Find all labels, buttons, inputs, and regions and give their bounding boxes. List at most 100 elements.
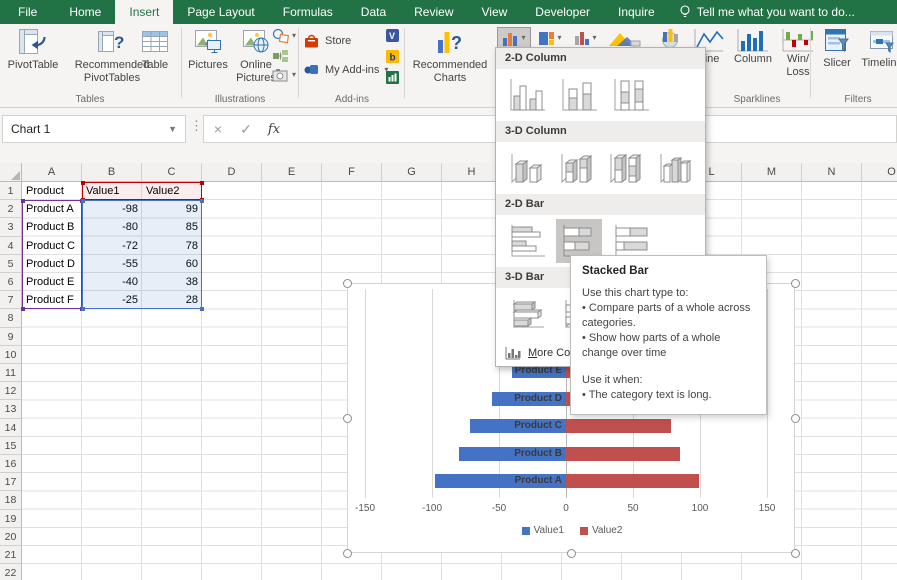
visio-addin-button[interactable]: V xyxy=(386,29,399,42)
map-3d-button[interactable] xyxy=(648,27,692,49)
shapes-button[interactable]: ▾ xyxy=(272,28,296,44)
insert-column-or-bar-chart-button[interactable]: ▾ xyxy=(497,27,531,49)
sparkline-column-button[interactable]: Column xyxy=(730,27,776,66)
row-header-4[interactable]: 4 xyxy=(0,237,22,255)
tab-insert[interactable]: Insert xyxy=(115,0,173,24)
row-header-2[interactable]: 2 xyxy=(0,200,22,218)
tab-developer[interactable]: Developer xyxy=(521,0,604,24)
chart-selection-handle[interactable] xyxy=(343,279,352,288)
cell-B5[interactable]: -55 xyxy=(82,255,142,273)
chart-type-clustered-column[interactable] xyxy=(504,73,550,117)
row-header-11[interactable]: 11 xyxy=(0,364,22,382)
row-header-18[interactable]: 18 xyxy=(0,491,22,509)
column-header-B[interactable]: B xyxy=(82,163,142,182)
row-header-1[interactable]: 1 xyxy=(0,182,22,200)
pivottable-button[interactable]: PivotTable xyxy=(2,27,64,72)
formula-bar-drag-handle[interactable]: ⋮ xyxy=(190,118,203,134)
pictures-button[interactable]: Pictures xyxy=(184,27,232,72)
row-header-15[interactable]: 15 xyxy=(0,437,22,455)
slicer-button[interactable]: Slicer xyxy=(816,27,858,70)
insert-function-button[interactable]: fx xyxy=(260,122,288,137)
cell-A2[interactable]: Product A xyxy=(22,200,82,218)
chart-selection-handle[interactable] xyxy=(791,549,800,558)
tab-page-layout[interactable]: Page Layout xyxy=(173,0,268,24)
bar-value2-product-a[interactable] xyxy=(566,474,699,488)
bar-value2-product-c[interactable] xyxy=(566,419,671,433)
cancel-button[interactable]: × xyxy=(204,121,232,137)
row-header-7[interactable]: 7 xyxy=(0,291,22,309)
cell-B6[interactable]: -40 xyxy=(82,273,142,291)
column-header-D[interactable]: D xyxy=(202,163,262,182)
column-header-E[interactable]: E xyxy=(262,163,322,182)
cell-A4[interactable]: Product C xyxy=(22,237,82,255)
tab-inquire[interactable]: Inquire xyxy=(604,0,669,24)
cell-C6[interactable]: 38 xyxy=(142,273,202,291)
cell-C1[interactable]: Value2 xyxy=(142,182,202,200)
row-header-21[interactable]: 21 xyxy=(0,546,22,564)
my-addins-button[interactable]: My Add-ins ▾ xyxy=(303,62,388,77)
chart-type-clustered-bar[interactable] xyxy=(504,219,550,263)
tab-data[interactable]: Data xyxy=(347,0,400,24)
cell-A5[interactable]: Product D xyxy=(22,255,82,273)
tell-me-box[interactable]: Tell me what you want to do... xyxy=(669,0,865,24)
bing-maps-addin-button[interactable]: b xyxy=(386,50,399,63)
timeline-button[interactable]: Timeline xyxy=(858,27,897,70)
row-header-3[interactable]: 3 xyxy=(0,218,22,236)
select-all-button[interactable] xyxy=(0,163,22,182)
column-header-C[interactable]: C xyxy=(142,163,202,182)
cell-A1[interactable]: Product xyxy=(22,182,82,200)
cell-B4[interactable]: -72 xyxy=(82,237,142,255)
chart-selection-handle[interactable] xyxy=(343,414,352,423)
tab-home[interactable]: Home xyxy=(55,0,115,24)
row-header-8[interactable]: 8 xyxy=(0,309,22,327)
column-header-H[interactable]: H xyxy=(442,163,502,182)
row-header-14[interactable]: 14 xyxy=(0,419,22,437)
cell-A3[interactable]: Product B xyxy=(22,218,82,236)
cell-A7[interactable]: Product F xyxy=(22,291,82,309)
chart-type-3d-clustered-column[interactable] xyxy=(504,146,548,190)
row-header-17[interactable]: 17 xyxy=(0,473,22,491)
column-header-N[interactable]: N xyxy=(802,163,862,182)
enter-button[interactable]: ✓ xyxy=(232,121,260,138)
row-header-20[interactable]: 20 xyxy=(0,528,22,546)
sparkline-winloss-button[interactable]: Win/ Loss xyxy=(776,27,820,79)
row-header-5[interactable]: 5 xyxy=(0,255,22,273)
name-box-caret-icon[interactable]: ▼ xyxy=(160,124,185,134)
name-box[interactable]: Chart 1 ▼ xyxy=(2,115,186,143)
chart-selection-handle[interactable] xyxy=(567,549,576,558)
chart-type-3d-column[interactable] xyxy=(653,146,697,190)
tab-view[interactable]: View xyxy=(468,0,522,24)
column-header-G[interactable]: G xyxy=(382,163,442,182)
cell-B3[interactable]: -80 xyxy=(82,218,142,236)
cell-B2[interactable]: -98 xyxy=(82,200,142,218)
chart-type-3d-stacked-column[interactable] xyxy=(554,146,598,190)
chart-legend[interactable]: Value1Value2 xyxy=(348,525,796,536)
column-header-O[interactable]: O xyxy=(862,163,897,182)
cell-C3[interactable]: 85 xyxy=(142,218,202,236)
cell-C7[interactable]: 28 xyxy=(142,291,202,309)
row-header-12[interactable]: 12 xyxy=(0,382,22,400)
cell-C2[interactable]: 99 xyxy=(142,200,202,218)
smartart-button[interactable] xyxy=(272,49,290,63)
row-header-22[interactable]: 22 xyxy=(0,564,22,580)
cell-B7[interactable]: -25 xyxy=(82,291,142,309)
recommended-charts-button[interactable]: ? Recommended Charts xyxy=(408,27,492,85)
row-header-10[interactable]: 10 xyxy=(0,346,22,364)
chart-type-3d-100-stacked-column[interactable] xyxy=(604,146,648,190)
column-header-A[interactable]: A xyxy=(22,163,82,182)
chart-type-3d-clustered-bar[interactable] xyxy=(504,292,550,336)
table-button[interactable]: Table xyxy=(132,27,178,72)
chart-type-stacked-column[interactable] xyxy=(556,73,602,117)
chart-selection-handle[interactable] xyxy=(791,414,800,423)
tab-file[interactable]: File xyxy=(0,0,55,24)
people-graph-addin-button[interactable] xyxy=(386,71,399,84)
tab-formulas[interactable]: Formulas xyxy=(269,0,347,24)
chart-type-100-stacked-column[interactable] xyxy=(608,73,654,117)
insert-line-or-area-chart-button[interactable] xyxy=(604,27,644,49)
row-header-19[interactable]: 19 xyxy=(0,510,22,528)
row-header-13[interactable]: 13 xyxy=(0,400,22,418)
insert-hierarchy-chart-button[interactable]: ▾ xyxy=(533,27,567,49)
row-header-16[interactable]: 16 xyxy=(0,455,22,473)
row-header-9[interactable]: 9 xyxy=(0,328,22,346)
insert-statistic-chart-button[interactable]: ▾ xyxy=(568,27,602,49)
